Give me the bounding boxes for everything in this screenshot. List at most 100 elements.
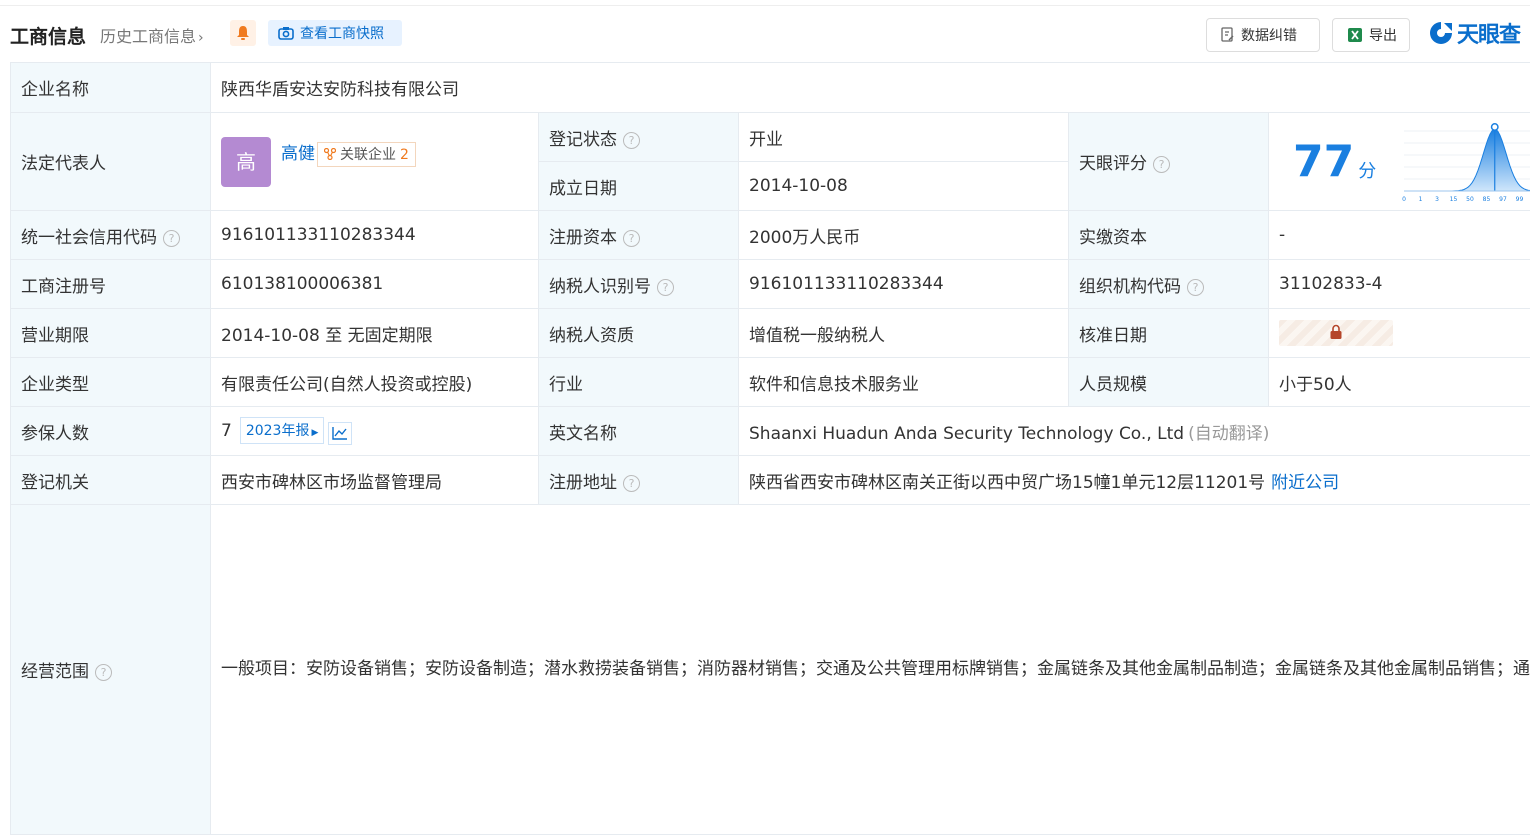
score-distribution-area (1404, 129, 1530, 191)
address-label-cell: 注册地址? (539, 456, 739, 505)
x-tick-label: 97 (1499, 196, 1507, 203)
taxpayer-type-label: 纳税人资质 (539, 309, 739, 358)
company-type-label: 企业类型 (11, 358, 211, 407)
credit-code: 916101133110283344 (211, 211, 539, 260)
help-icon[interactable]: ? (623, 475, 640, 492)
reg-authority: 西安市碑林区市场监督管理局 (211, 456, 539, 505)
table-row: 登记机关 西安市碑林区市场监督管理局 注册地址? 陕西省西安市碑林区南关正街以西… (11, 456, 1530, 505)
staff-size: 小于50人 (1269, 358, 1530, 407)
report-error-label: 数据纠错 (1241, 25, 1297, 45)
x-tick-label: 85 (1482, 196, 1490, 203)
help-icon[interactable]: ? (1153, 156, 1170, 173)
reg-status: 开业 (739, 113, 1069, 162)
annual-report-label: 2023年报 (246, 423, 310, 439)
reg-authority-label: 登记机关 (11, 456, 211, 505)
export-button[interactable]: 导出 (1332, 18, 1410, 52)
lock-icon (1329, 324, 1343, 340)
trend-chart-icon (332, 426, 348, 440)
credit-code-label-cell: 统一社会信用代码? (11, 211, 211, 260)
score-marker-dot (1491, 123, 1497, 129)
reg-capital: 2000万人民币 (739, 211, 1069, 260)
business-scope: 一般项目：安防设备销售；安防设备制造；潜水救捞装备销售；消防器材销售；交通及公共… (211, 505, 1530, 835)
found-date-label: 成立日期 (539, 162, 739, 211)
table-row: 营业期限 2014-10-08 至 无固定期限 纳税人资质 增值税一般纳税人 核… (11, 309, 1530, 358)
score-cell[interactable]: 77分 0131550859799100 (1269, 113, 1530, 211)
bell-icon[interactable] (230, 20, 256, 46)
approve-date-cell (1269, 309, 1530, 358)
company-name-label: 企业名称 (11, 63, 211, 113)
x-tick-label: 15 (1449, 196, 1457, 203)
table-row: 工商注册号 610138100006381 纳税人识别号? 9161011331… (11, 260, 1530, 309)
table-row: 经营范围? 一般项目：安防设备销售；安防设备制造；潜水救捞装备销售；消防器材销售… (11, 505, 1530, 835)
score-unit: 分 (1358, 161, 1376, 182)
term-label: 营业期限 (11, 309, 211, 358)
staff-size-label: 人员规模 (1069, 358, 1269, 407)
excel-icon (1347, 27, 1363, 43)
industry-label: 行业 (539, 358, 739, 407)
x-tick-label: 0 (1402, 196, 1406, 203)
table-row: 参保人数 72023年报▶ 英文名称 Shaanxi Huadun Anda S… (11, 407, 1530, 456)
help-icon[interactable]: ? (1187, 279, 1204, 296)
x-tick-label: 1 (1418, 196, 1422, 203)
tianyancha-logo: 天眼查 (1428, 18, 1520, 48)
top-border (0, 0, 1530, 6)
snapshot-button[interactable]: 查看工商快照 (268, 20, 402, 46)
trend-button[interactable] (328, 422, 352, 445)
org-code-label: 组织机构代码 (1079, 277, 1181, 297)
org-code: 31102833-4 (1269, 260, 1530, 309)
annual-report-button[interactable]: 2023年报▶ (240, 417, 325, 444)
paid-capital-label: 实缴资本 (1069, 211, 1269, 260)
reg-capital-label: 注册资本 (549, 228, 617, 248)
en-name-cell: Shaanxi Huadun Anda Security Technology … (739, 407, 1530, 456)
help-icon[interactable]: ? (623, 132, 640, 149)
credit-code-label: 统一社会信用代码 (21, 228, 157, 248)
en-name: Shaanxi Huadun Anda Security Technology … (749, 424, 1184, 444)
taxpayer-id-label-cell: 纳税人识别号? (539, 260, 739, 309)
taxpayer-id-label: 纳税人识别号 (549, 277, 651, 297)
legal-rep-label: 法定代表人 (11, 113, 211, 211)
help-icon[interactable]: ? (657, 279, 674, 296)
edit-doc-icon (1221, 27, 1235, 43)
legal-rep-cell: 高高健关联企业2 (211, 113, 539, 211)
table-row: 统一社会信用代码? 916101133110283344 注册资本? 2000万… (11, 211, 1530, 260)
score-label: 天眼评分 (1079, 154, 1147, 174)
avatar[interactable]: 高 (221, 137, 271, 187)
reg-status-label-cell: 登记状态? (539, 113, 739, 162)
help-icon[interactable]: ? (95, 664, 112, 681)
company-type: 有限责任公司(自然人投资或控股) (211, 358, 539, 407)
paid-capital: - (1269, 211, 1530, 260)
score-value: 77 (1293, 136, 1354, 187)
section-header: 工商信息 历史工商信息› 查看工商快照 数据纠错 导出 天眼查 (10, 14, 1525, 52)
nearby-companies-link[interactable]: 附近公司 (1271, 473, 1339, 493)
scope-label-cell: 经营范围? (11, 505, 211, 835)
related-companies-button[interactable]: 关联企业2 (317, 142, 416, 167)
network-icon (324, 148, 336, 160)
caret-right-icon: ▶ (311, 428, 318, 438)
table-row: 企业名称 陕西华盾安达安防科技有限公司 (11, 63, 1530, 113)
table-row: 企业类型 有限责任公司(自然人投资或控股) 行业 软件和信息技术服务业 人员规模… (11, 358, 1530, 407)
related-count: 2 (400, 147, 409, 163)
history-link[interactable]: 历史工商信息› (100, 23, 204, 47)
scope-label: 经营范围 (21, 662, 89, 682)
org-code-label-cell: 组织机构代码? (1069, 260, 1269, 309)
insured-count: 7 (221, 421, 232, 441)
help-icon[interactable]: ? (163, 230, 180, 247)
help-icon[interactable]: ? (623, 230, 640, 247)
locked-value[interactable] (1279, 320, 1393, 346)
x-tick-label: 99 (1515, 196, 1523, 203)
insured-cell: 7 2023年报▶ (211, 407, 539, 456)
legal-rep-name[interactable]: 高健 (281, 144, 315, 164)
export-label: 导出 (1369, 25, 1397, 45)
address-cell: 陕西省西安市碑林区南关正街以西中贸广场15幢1单元12层11201号附近公司 (739, 456, 1530, 505)
snapshot-label: 查看工商快照 (300, 23, 384, 43)
reg-status-label: 登记状态 (549, 130, 617, 150)
camera-icon (278, 26, 294, 40)
biz-reg-no-label: 工商注册号 (11, 260, 211, 309)
taxpayer-id: 916101133110283344 (739, 260, 1069, 309)
business-info-table: 企业名称 陕西华盾安达安防科技有限公司 法定代表人 高高健关联企业2 登记状态?… (10, 62, 1530, 835)
insured-label: 参保人数 (11, 407, 211, 456)
company-name: 陕西华盾安达安防科技有限公司 (211, 63, 1530, 113)
logo-text: 天眼查 (1457, 17, 1520, 49)
report-error-button[interactable]: 数据纠错 (1206, 18, 1320, 52)
score-label-cell: 天眼评分? (1069, 113, 1269, 211)
